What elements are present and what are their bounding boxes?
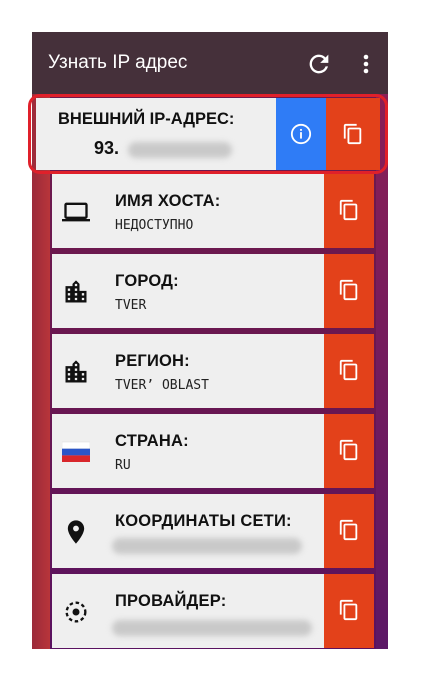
list-item-country[interactable]: СТРАНА: RU (52, 414, 374, 488)
copy-button[interactable] (324, 494, 374, 568)
item-value: TVER’ OBLAST (115, 378, 209, 393)
right-accent-stripe (376, 94, 388, 649)
item-label: КООРДИНАТЫ СЕТИ: (115, 512, 292, 530)
copy-button[interactable] (324, 334, 374, 408)
copy-icon (339, 599, 358, 621)
item-label: ПРОВАЙДЕР: (115, 592, 227, 610)
laptop-icon (62, 198, 90, 226)
item-value: RU (115, 458, 131, 473)
list-item-region[interactable]: РЕГИОН: TVER’ OBLAST (52, 334, 374, 408)
gps-target-icon (62, 598, 90, 626)
list-item-coordinates[interactable]: КООРДИНАТЫ СЕТИ: (52, 494, 374, 568)
app-bar: Узнать IP адрес (32, 32, 388, 94)
item-label: ГОРОД: (115, 272, 179, 290)
copy-button[interactable] (324, 414, 374, 488)
blurred-provider-value (112, 620, 312, 636)
copy-button[interactable] (324, 254, 374, 328)
copy-icon (339, 359, 358, 381)
item-label: ИМЯ ХОСТА: (115, 192, 221, 210)
copy-icon (339, 279, 358, 301)
list-item-city[interactable]: ГОРОД: TVER (52, 254, 374, 328)
item-label: СТРАНА: (115, 432, 189, 450)
location-pin-icon (62, 518, 90, 546)
app-title: Узнать IP адрес (48, 52, 188, 73)
highlight-outline (28, 94, 388, 174)
copy-button[interactable] (324, 574, 374, 648)
list-item-hostname[interactable]: ИМЯ ХОСТА: НЕДОСТУПНО (52, 174, 374, 248)
item-label: РЕГИОН: (115, 352, 190, 370)
copy-icon (339, 439, 358, 461)
copy-icon (339, 519, 358, 541)
item-value: НЕДОСТУПНО (115, 218, 194, 233)
russia-flag-icon (61, 438, 91, 466)
city-icon (62, 358, 90, 386)
left-accent-stripe (32, 94, 50, 649)
copy-icon (339, 199, 358, 221)
item-value: TVER (115, 298, 147, 313)
refresh-icon[interactable] (305, 50, 333, 78)
list-item-provider[interactable]: ПРОВАЙДЕР: (52, 574, 374, 648)
blurred-coordinates-value (112, 538, 302, 554)
copy-button[interactable] (324, 174, 374, 248)
city-icon (62, 278, 90, 306)
more-options-icon[interactable] (354, 50, 378, 78)
